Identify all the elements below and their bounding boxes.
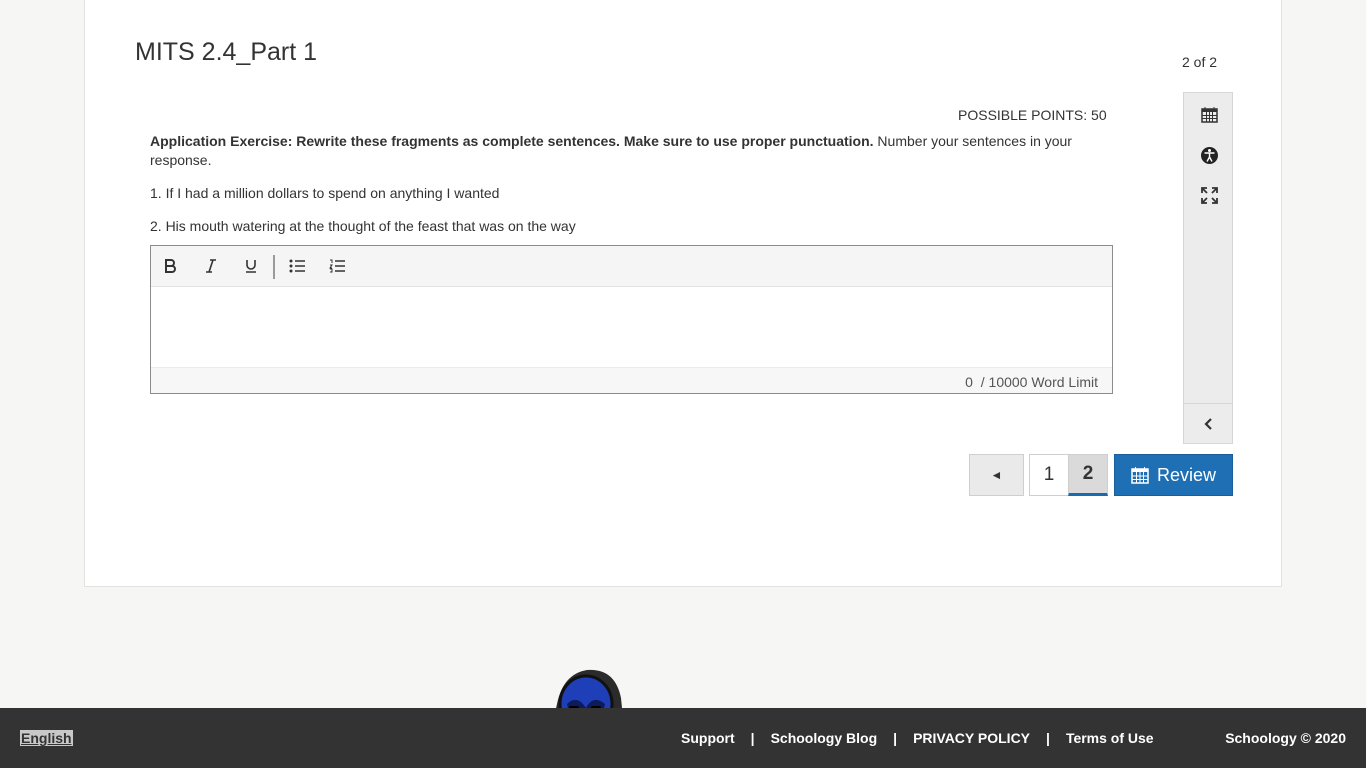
terms-of-use-link[interactable]: Terms of Use xyxy=(1066,730,1154,746)
site-footer: English Support | Schoology Blog | PRIVA… xyxy=(0,708,1366,768)
word-limit: / 10000 Word Limit xyxy=(980,374,1098,390)
word-counter: 0 / 10000 Word Limit xyxy=(965,374,1098,390)
privacy-policy-link[interactable]: PRIVACY POLICY xyxy=(913,730,1030,746)
italic-button[interactable] xyxy=(197,253,225,279)
response-editor: 0 / 10000 Word Limit xyxy=(150,245,1113,394)
tools-sidebar xyxy=(1183,92,1233,444)
numbered-list-icon xyxy=(329,259,345,273)
numbered-list-button[interactable] xyxy=(323,253,351,279)
chevron-left-icon xyxy=(1204,417,1212,430)
review-label: Review xyxy=(1156,464,1217,485)
editor-toolbar xyxy=(151,246,1112,287)
assessment-card: MITS 2.4_Part 1 2 of 2 POSSIBLE POINTS: … xyxy=(84,0,1282,587)
underline-icon xyxy=(246,260,256,273)
toolbar-divider xyxy=(273,255,275,279)
possible-points: POSSIBLE POINTS: 50 xyxy=(958,107,1107,123)
question-item-2: 2. His mouth watering at the thought of … xyxy=(150,218,576,234)
footer-links: Support | Schoology Blog | PRIVACY POLIC… xyxy=(681,730,1154,746)
italic-icon xyxy=(206,259,216,273)
question-item-1: 1. If I had a million dollars to spend o… xyxy=(150,185,500,201)
page-title: MITS 2.4_Part 1 xyxy=(135,38,318,66)
footer-separator: | xyxy=(1046,730,1050,746)
word-count: 0 xyxy=(965,374,973,390)
question-counter: 2 of 2 xyxy=(1182,54,1218,70)
question-bold-text: Application Exercise: Rewrite these frag… xyxy=(150,133,874,149)
support-link[interactable]: Support xyxy=(681,730,735,746)
underline-button[interactable] xyxy=(237,253,265,279)
bulleted-list-button[interactable] xyxy=(283,253,311,279)
previous-page-button[interactable]: ◄ xyxy=(969,454,1024,496)
collapse-sidebar-button[interactable] xyxy=(1184,403,1232,443)
question-prompt: Application Exercise: Rewrite these frag… xyxy=(150,132,1110,170)
copyright: Schoology © 2020 xyxy=(1225,730,1346,746)
calendar-button[interactable] xyxy=(1196,102,1222,128)
review-button[interactable]: Review xyxy=(1114,454,1233,496)
footer-separator: | xyxy=(750,730,755,746)
calendar-icon xyxy=(1131,466,1149,484)
word-count-bar: 0 / 10000 Word Limit xyxy=(151,367,1112,393)
page-1-button[interactable]: 1 xyxy=(1029,454,1069,496)
language-selector[interactable]: English xyxy=(20,730,73,746)
page-2-button[interactable]: 2 xyxy=(1068,454,1108,496)
calendar-icon xyxy=(1200,107,1218,123)
fullscreen-button[interactable] xyxy=(1196,182,1222,208)
bold-icon xyxy=(165,259,176,273)
schoology-blog-link[interactable]: Schoology Blog xyxy=(771,730,878,746)
bold-button[interactable] xyxy=(156,253,184,279)
response-text-area[interactable] xyxy=(151,287,1112,367)
accessibility-icon xyxy=(1200,146,1218,164)
bulleted-list-icon xyxy=(289,259,305,273)
accessibility-button[interactable] xyxy=(1196,142,1222,168)
footer-separator: | xyxy=(893,730,898,746)
fullscreen-icon xyxy=(1200,186,1218,204)
